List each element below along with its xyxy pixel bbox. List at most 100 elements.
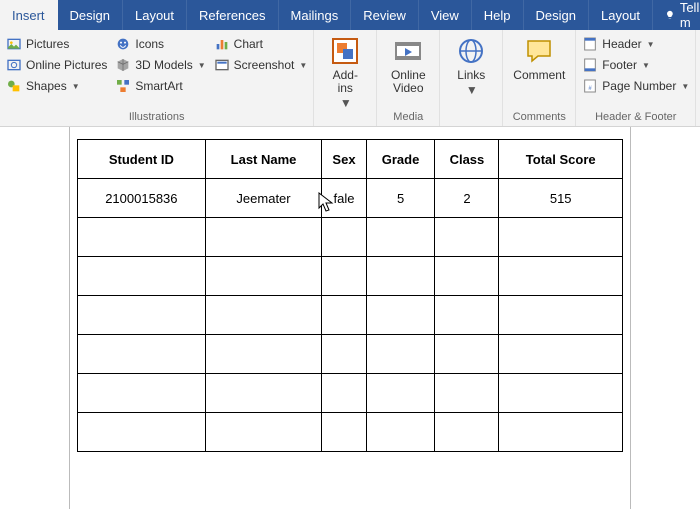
addins-icon	[329, 35, 361, 67]
group-label-comments: Comments	[509, 109, 569, 126]
table-cell[interactable]	[435, 413, 499, 452]
table-cell[interactable]	[366, 335, 435, 374]
table-header[interactable]: Last Name	[205, 140, 322, 179]
tab-table-design[interactable]: Design	[524, 0, 589, 30]
pictures-button[interactable]: Pictures	[6, 35, 107, 53]
table-cell[interactable]	[499, 257, 623, 296]
lightbulb-icon	[665, 8, 675, 22]
table-cell[interactable]	[205, 296, 322, 335]
table-cell[interactable]: 5	[366, 179, 435, 218]
tab-review[interactable]: Review	[351, 0, 419, 30]
3d-models-icon	[115, 57, 131, 73]
table-cell[interactable]	[499, 218, 623, 257]
table-cell[interactable]	[499, 374, 623, 413]
header-button[interactable]: Header▼	[582, 35, 689, 53]
student-table[interactable]: Student IDLast NameSexGradeClassTotal Sc…	[77, 139, 623, 452]
comment-button[interactable]: Comment	[509, 32, 569, 109]
table-header[interactable]: Total Score	[499, 140, 623, 179]
tab-insert[interactable]: Insert	[0, 0, 58, 30]
tab-layout[interactable]: Layout	[123, 0, 187, 30]
table-header[interactable]: Sex	[322, 140, 366, 179]
table-cell[interactable]	[499, 296, 623, 335]
table-cell[interactable]	[322, 413, 366, 452]
table-header[interactable]: Class	[435, 140, 499, 179]
table-cell[interactable]	[78, 374, 206, 413]
page-number-button[interactable]: #Page Number▼	[582, 77, 689, 95]
table-row[interactable]	[78, 296, 623, 335]
addins-button[interactable]: Add- ins▼	[320, 32, 370, 121]
table-cell[interactable]	[322, 374, 366, 413]
3d-models-button[interactable]: 3D Models▼	[115, 56, 205, 74]
shapes-button[interactable]: Shapes▼	[6, 77, 107, 95]
table-cell[interactable]	[78, 296, 206, 335]
table-cell[interactable]	[205, 257, 322, 296]
chart-button[interactable]: Chart	[214, 35, 308, 53]
table-row[interactable]: 2100015836Jeematerfale52515	[78, 179, 623, 218]
footer-icon	[582, 57, 598, 73]
table-cell[interactable]	[435, 218, 499, 257]
table-cell[interactable]: Jeemater	[205, 179, 322, 218]
table-cell[interactable]: 515	[499, 179, 623, 218]
table-cell[interactable]	[322, 257, 366, 296]
table-header[interactable]: Grade	[366, 140, 435, 179]
table-cell[interactable]: fale	[322, 179, 366, 218]
tab-table-layout[interactable]: Layout	[589, 0, 653, 30]
page[interactable]: Student IDLast NameSexGradeClassTotal Sc…	[69, 127, 631, 509]
dropdown-icon: ▼	[72, 82, 80, 91]
table-cell[interactable]	[205, 413, 322, 452]
table-cell[interactable]	[78, 413, 206, 452]
table-cell[interactable]: 2	[435, 179, 499, 218]
table-cell[interactable]	[78, 218, 206, 257]
tab-references[interactable]: References	[187, 0, 278, 30]
icons-button[interactable]: Icons	[115, 35, 205, 53]
chart-icon	[214, 36, 230, 52]
table-cell[interactable]	[366, 413, 435, 452]
table-cell[interactable]	[78, 257, 206, 296]
table-cell[interactable]	[322, 296, 366, 335]
links-button[interactable]: Links▼	[446, 32, 496, 121]
table-cell[interactable]	[205, 218, 322, 257]
dropdown-icon: ▼	[647, 40, 655, 49]
table-cell[interactable]	[366, 296, 435, 335]
tab-design[interactable]: Design	[58, 0, 123, 30]
table-cell[interactable]	[435, 335, 499, 374]
table-cell[interactable]	[205, 374, 322, 413]
table-header[interactable]: Student ID	[78, 140, 206, 179]
table-cell[interactable]	[435, 296, 499, 335]
table-cell[interactable]	[366, 257, 435, 296]
table-cell[interactable]	[366, 374, 435, 413]
group-label-media: Media	[383, 109, 433, 126]
video-icon	[392, 35, 424, 67]
screenshot-button[interactable]: Screenshot▼	[214, 56, 308, 74]
table-cell[interactable]	[435, 257, 499, 296]
smartart-button[interactable]: SmartArt	[115, 77, 205, 95]
table-cell[interactable]	[499, 413, 623, 452]
table-cell[interactable]	[322, 335, 366, 374]
table-row[interactable]	[78, 374, 623, 413]
dropdown-icon: ▼	[198, 61, 206, 70]
group-label-header-footer: Header & Footer	[582, 109, 689, 126]
table-cell[interactable]	[499, 335, 623, 374]
table-cell[interactable]	[322, 218, 366, 257]
table-cell[interactable]	[205, 335, 322, 374]
table-cell[interactable]: 2100015836	[78, 179, 206, 218]
tell-me[interactable]: Tell m	[653, 0, 700, 30]
online-video-button[interactable]: Online Video	[383, 32, 433, 109]
table-row[interactable]	[78, 413, 623, 452]
table-cell[interactable]	[78, 335, 206, 374]
tab-view[interactable]: View	[419, 0, 472, 30]
tab-help[interactable]: Help	[472, 0, 524, 30]
page-number-icon: #	[582, 78, 598, 94]
table-row[interactable]	[78, 257, 623, 296]
ribbon-tab-bar: Insert Design Layout References Mailings…	[0, 0, 700, 30]
shapes-icon	[6, 78, 22, 94]
tab-mailings[interactable]: Mailings	[279, 0, 352, 30]
online-pictures-icon	[6, 57, 22, 73]
table-cell[interactable]	[366, 218, 435, 257]
table-row[interactable]	[78, 335, 623, 374]
table-cell[interactable]	[435, 374, 499, 413]
footer-button[interactable]: Footer▼	[582, 56, 689, 74]
dropdown-icon: ▼	[681, 82, 689, 91]
table-row[interactable]	[78, 218, 623, 257]
online-pictures-button[interactable]: Online Pictures	[6, 56, 107, 74]
